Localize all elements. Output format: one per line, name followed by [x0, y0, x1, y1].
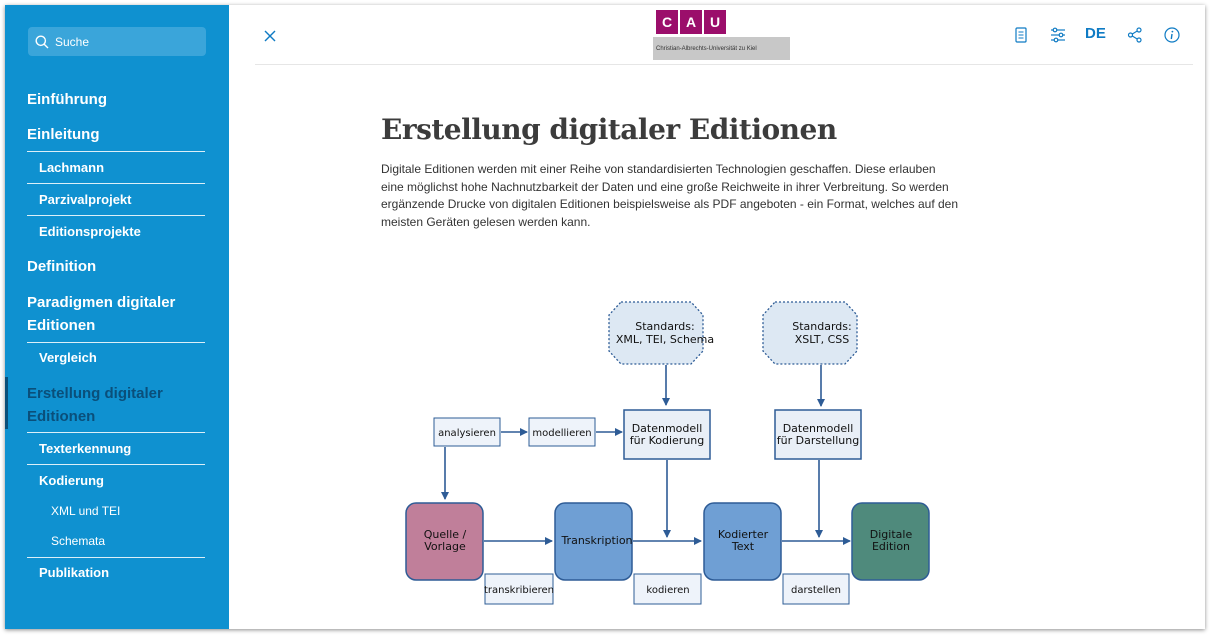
app-window: Suche Einführung Einleitung Lachmann Par… [5, 5, 1205, 629]
edge-label: kodieren [646, 585, 689, 596]
sidebar-item-label: Parzivalprojekt [39, 192, 132, 207]
node-label: für Darstellung [777, 434, 859, 447]
analysieren-label-box: analysieren [433, 417, 501, 447]
language-switch[interactable]: DE [1085, 25, 1106, 42]
sidebar: Suche Einführung Einleitung Lachmann Par… [5, 5, 229, 629]
logo-letter: A [680, 10, 702, 34]
digitale-edition-node: Digitale Edition [851, 502, 930, 581]
node-label: Edition [872, 540, 910, 553]
transkribieren-label-box: transkribieren [484, 573, 554, 605]
workflow-diagram: Standards: XML, TEI, Schema Standards: X… [405, 301, 930, 605]
standards-xml-node: Standards: XML, TEI, Schema [608, 301, 714, 365]
node-label: für Kodierung [630, 434, 705, 447]
node-label: Text [731, 540, 755, 553]
divider [27, 215, 205, 216]
standards-line: Standards: [635, 320, 694, 333]
divider [27, 464, 205, 465]
standards-line: Standards: [792, 320, 851, 333]
sidebar-item-label: Definition [27, 258, 97, 275]
close-icon[interactable] [263, 29, 277, 43]
sidebar-item-label: Editionen [27, 317, 96, 334]
divider [27, 151, 205, 152]
logo-letter: C [656, 10, 678, 34]
quelle-node: Quelle / Vorlage [405, 502, 484, 581]
divider [27, 183, 205, 184]
search-placeholder: Suche [55, 34, 90, 49]
active-indicator [5, 377, 8, 429]
search-input[interactable]: Suche [28, 27, 206, 56]
datenmodell-darstellung-node: Datenmodell für Darstellung [774, 409, 862, 460]
university-logo: C A U Christian-Albrechts-Universität zu… [653, 10, 790, 60]
edge-label: modellieren [532, 428, 591, 439]
search-icon [35, 35, 49, 48]
divider [27, 432, 205, 433]
logo-subtitle: Christian-Albrechts-Universität zu Kiel [653, 37, 790, 60]
kodieren-label-box: kodieren [633, 573, 702, 605]
sidebar-item-label: Editionsprojekte [39, 224, 141, 239]
node-label: Vorlage [424, 540, 466, 553]
darstellen-label-box: darstellen [782, 573, 850, 605]
sidebar-item-label: Lachmann [39, 160, 105, 175]
sidebar-item-label: Texterkennung [39, 441, 132, 456]
sidebar-item-label: Publikation [39, 565, 110, 580]
modellieren-label-box: modellieren [528, 417, 596, 447]
document-icon[interactable] [1011, 25, 1031, 45]
edge-label: transkribieren [484, 585, 554, 596]
logo-letter: U [704, 10, 726, 34]
kodierter-text-node: Kodierter Text [703, 502, 782, 581]
standards-line: XML, TEI, Schema [616, 333, 714, 346]
datenmodell-kodierung-node: Datenmodell für Kodierung [623, 409, 711, 460]
sidebar-item-label: Kodierung [39, 473, 104, 488]
sidebar-item-label: Vergleich [39, 350, 97, 365]
divider [27, 557, 205, 558]
divider [27, 342, 205, 343]
sidebar-item-label: Erstellung digitaler [27, 385, 163, 402]
standards-line: XSLT, CSS [795, 333, 850, 346]
header-divider [255, 64, 1193, 65]
transkription-node: Transkription [554, 502, 633, 581]
sidebar-item-label: Paradigmen digitaler [27, 294, 176, 311]
edge-label: darstellen [791, 585, 841, 596]
share-icon[interactable] [1125, 25, 1145, 45]
node-label: Transkription [560, 534, 632, 547]
sidebar-item-label: Schemata [51, 534, 106, 548]
intro-paragraph: Digitale Editionen werden mit einer Reih… [381, 162, 959, 229]
sliders-icon[interactable] [1048, 25, 1068, 45]
sidebar-item-label: Einführung [27, 91, 107, 108]
edge-label: analysieren [438, 428, 496, 439]
info-icon[interactable] [1162, 25, 1182, 45]
sidebar-item-label: Editionen [27, 408, 96, 425]
sidebar-item-label: Einleitung [27, 126, 100, 143]
page-title: Erstellung digitaler Editionen [381, 113, 837, 146]
standards-xslt-node: Standards: XSLT, CSS [762, 301, 858, 365]
sidebar-item-label: XML und TEI [51, 504, 121, 518]
